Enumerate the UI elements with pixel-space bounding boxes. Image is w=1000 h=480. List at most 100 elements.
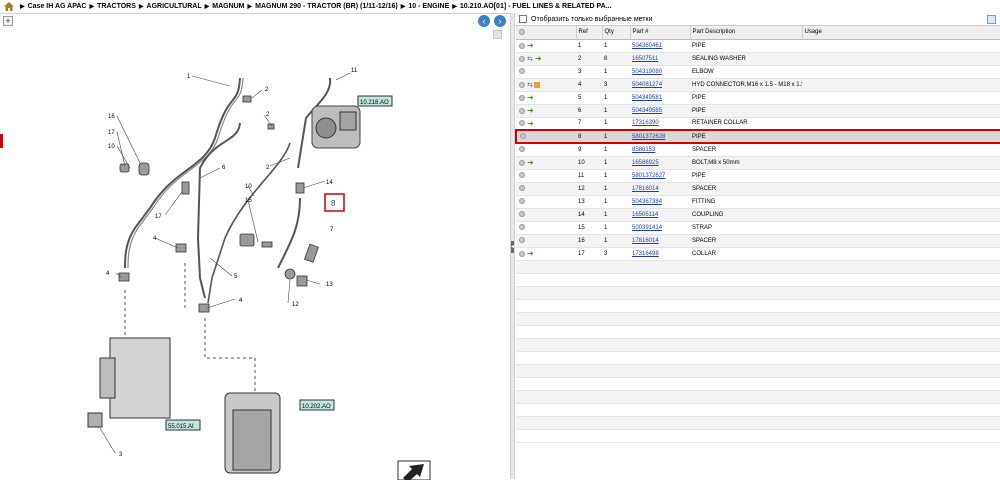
table-row[interactable]: 9 1 8580153 SPACER [516, 143, 1000, 157]
breadcrumb-item[interactable]: Case IH AG APAC [28, 3, 87, 10]
table-row[interactable]: 16 1 17816014 SPACER [516, 234, 1000, 248]
info-icon[interactable] [519, 68, 525, 75]
part-number-link[interactable]: 504349585 [632, 108, 662, 114]
home-icon[interactable] [4, 2, 14, 11]
table-row[interactable]: ➜ 7 1 17316390 RETAINER COLLAR [516, 117, 1000, 131]
forward-arrow-icon[interactable]: ➜ [527, 119, 534, 128]
next-page-button[interactable]: › [494, 15, 506, 27]
breadcrumb-separator-icon: ▶ [20, 4, 25, 10]
breadcrumb-item[interactable]: MAGNUM 290 - TRACTOR (BR) (1/11-12/16) [255, 3, 398, 10]
table-row[interactable]: ⇆ 4 3 504081274 HYD CONNECTOR,M16 x 1.5 - M1… [516, 78, 1000, 92]
forward-arrow-icon[interactable]: ➜ [535, 54, 542, 63]
info-icon[interactable] [519, 211, 525, 218]
info-icon[interactable] [519, 81, 525, 88]
table-row[interactable]: ➜ 1 1 504360461 PIPE [516, 39, 1000, 53]
package-icon[interactable] [533, 81, 540, 88]
forward-arrow-icon[interactable]: ➜ [527, 93, 534, 102]
part-number-link[interactable]: 17816014 [632, 186, 659, 192]
table-row[interactable]: 13 1 504367384 FITTING [516, 195, 1000, 209]
parts-diagram[interactable]: 1 2 2 16 17 10 11 6 2 14 15 10 8 7 17 4 … [0, 28, 510, 480]
table-row[interactable]: ➜ 17 3 17316498 COLLAR [516, 247, 1000, 261]
cell-part-number: 5801372627 [630, 169, 690, 183]
info-icon[interactable] [519, 224, 525, 231]
part-number-link[interactable]: 16505114 [632, 212, 658, 218]
table-row[interactable]: 12 1 17816014 SPACER [516, 182, 1000, 196]
part-number-link[interactable]: 5801372628 [632, 134, 665, 140]
header-qty[interactable]: Qty [602, 26, 631, 40]
swap-icon[interactable]: ⇆ [527, 81, 533, 89]
forward-arrow-icon[interactable]: ➜ [527, 249, 534, 258]
part-number-link[interactable]: 17816014 [632, 238, 659, 244]
info-icon[interactable] [519, 120, 525, 127]
header-part-number[interactable]: Part # [630, 26, 691, 40]
info-icon[interactable] [519, 250, 525, 257]
collapse-handle[interactable]: ◂ [511, 241, 514, 253]
info-icon[interactable] [519, 185, 525, 192]
part-number-link[interactable]: 8580153 [632, 147, 655, 153]
diagram-panel: + ‹ › 1 2 2 16 17 10 11 6 2 14 15 10 8 7… [0, 13, 510, 480]
table-row[interactable]: 11 1 5801372627 PIPE [516, 169, 1000, 183]
part-number-link[interactable]: 500391414 [632, 225, 662, 231]
prev-page-button[interactable]: ‹ [478, 15, 490, 27]
info-icon[interactable] [519, 42, 525, 49]
part-number-link[interactable]: 16586925 [632, 160, 659, 166]
part-number-link[interactable]: 504081274 [632, 82, 662, 88]
grid-settings-icon[interactable] [987, 15, 996, 24]
info-icon[interactable] [519, 107, 525, 114]
info-icon[interactable] [519, 159, 525, 166]
part-number-link[interactable]: 5801372627 [632, 173, 665, 179]
forward-arrow-icon[interactable]: ➜ [527, 41, 534, 50]
callout-label: 17 [108, 130, 115, 136]
empty-row [516, 338, 1000, 352]
info-icon[interactable] [519, 55, 525, 62]
header-part-description[interactable]: Part Description [690, 26, 803, 40]
table-row[interactable]: 15 1 500391414 STRAP [516, 221, 1000, 235]
table-row[interactable]: ➜ 6 1 504349585 PIPE [516, 104, 1000, 118]
part-number-link[interactable]: 504360461 [632, 43, 662, 49]
info-icon[interactable] [519, 198, 525, 205]
info-icon[interactable] [519, 146, 525, 153]
cell-ref: 9 [576, 143, 602, 157]
forward-arrow-icon[interactable]: ➜ [527, 158, 534, 167]
info-icon[interactable] [519, 94, 525, 101]
table-row[interactable]: ➜ 5 1 504349581 PIPE [516, 91, 1000, 105]
breadcrumb-item[interactable]: TRACTORS [97, 3, 136, 10]
breadcrumb-item[interactable]: MAGNUM [212, 3, 244, 10]
part-number-link[interactable]: 16507511 [632, 56, 658, 62]
zoom-in-button[interactable]: + [3, 16, 13, 26]
part-number-link[interactable]: 504367384 [632, 199, 662, 205]
breadcrumb-item[interactable]: 10 - ENGINE [408, 3, 449, 10]
filter-label: Отобразить только выбранные метки [531, 15, 653, 23]
table-row[interactable]: 14 1 16505114 COUPLING [516, 208, 1000, 222]
breadcrumb-item[interactable]: 10.210.AO[01] - FUEL LINES & RELATED PA.… [460, 3, 612, 10]
info-icon[interactable] [519, 28, 525, 35]
table-row[interactable]: ⇆ ➜ 2 8 16507511 SEALING WASHER [516, 52, 1000, 66]
table-row[interactable]: 3 1 504319080 ELBOW [516, 65, 1000, 79]
part-number-link[interactable]: 504349581 [632, 95, 662, 101]
cell-description: STRAP [690, 221, 802, 235]
forward-arrow-icon[interactable]: ➜ [527, 106, 534, 115]
cell-description: COUPLING [690, 208, 802, 222]
swap-icon[interactable]: ⇆ [527, 55, 533, 63]
part-number-link[interactable]: 17316390 [632, 120, 659, 126]
callout-label: 4 [239, 298, 243, 304]
header-ref[interactable]: Ref [576, 26, 603, 40]
ref-box-label: 10.202.AO [302, 404, 331, 410]
part-number-link[interactable]: 17316498 [632, 251, 659, 257]
cell-description: SPACER [690, 143, 802, 157]
show-selected-only-checkbox[interactable] [519, 15, 527, 23]
info-icon[interactable] [519, 237, 525, 244]
breadcrumb-item[interactable]: AGRICULTURAL [147, 3, 202, 10]
cell-usage [802, 91, 1000, 105]
table-row[interactable]: 8 1 5801372628 PIPE [515, 129, 1000, 144]
cell-part-number: 504349585 [630, 104, 690, 118]
callout-label: 4 [153, 236, 157, 242]
cell-ref: 2 [576, 52, 602, 66]
info-icon[interactable] [519, 172, 525, 179]
info-icon[interactable] [520, 133, 526, 140]
callout-label: 17 [155, 214, 162, 220]
callout-label: 2 [266, 165, 270, 171]
header-usage[interactable]: Usage [802, 26, 1000, 40]
part-number-link[interactable]: 504319080 [632, 69, 662, 75]
table-row[interactable]: ➜ 10 1 16586925 BOLT,M8 x 50mm [516, 156, 1000, 170]
